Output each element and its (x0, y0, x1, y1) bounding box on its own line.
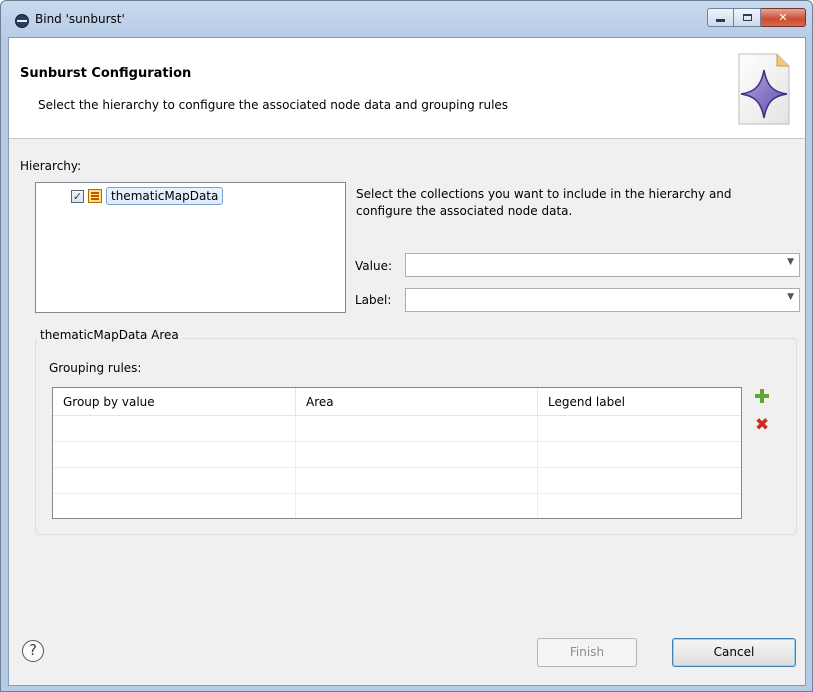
value-combo[interactable]: ▼ (405, 253, 800, 277)
label-label: Label: (355, 293, 392, 307)
table-cell[interactable] (538, 416, 741, 441)
table-row[interactable] (53, 468, 741, 494)
column-header-legend-label[interactable]: Legend label (538, 388, 741, 415)
table-cell[interactable] (296, 494, 538, 518)
wizard-banner-icon (738, 53, 790, 125)
tree-item-thematicmapdata[interactable]: ✓ thematicMapData (71, 187, 224, 205)
dialog-client-area: Sunburst Configuration Select the hierar… (8, 37, 806, 686)
grouping-rules-table[interactable]: Group by value Area Legend label (52, 387, 742, 519)
minimize-button[interactable] (707, 8, 734, 27)
finish-button[interactable]: Finish (537, 638, 637, 667)
table-header: Group by value Area Legend label (53, 388, 741, 416)
maximize-icon (742, 14, 752, 21)
add-icon[interactable] (755, 389, 769, 403)
chevron-down-icon[interactable]: ▼ (787, 257, 794, 267)
table-row[interactable] (53, 416, 741, 442)
table-cell[interactable] (538, 442, 741, 467)
value-label: Value: (355, 259, 392, 273)
grouping-rules-label: Grouping rules: (49, 361, 142, 375)
area-group-title: thematicMapData Area (37, 328, 182, 342)
table-cell[interactable] (538, 468, 741, 493)
hierarchy-label: Hierarchy: (20, 159, 82, 173)
label-combo[interactable]: ▼ (405, 288, 800, 312)
cancel-button-label: Cancel (713, 645, 755, 659)
tree-item-label[interactable]: thematicMapData (106, 187, 224, 205)
instructions-text: Select the collections you want to inclu… (356, 187, 732, 218)
chevron-down-icon[interactable]: ▼ (787, 292, 794, 302)
dialog-window: Bind 'sunburst' ✕ Sunburst Configuration… (0, 0, 813, 692)
remove-icon[interactable]: ✖ (755, 417, 769, 434)
title-bar[interactable]: Bind 'sunburst' ✕ (1, 1, 812, 37)
page-description: Select the hierarchy to configure the as… (38, 98, 509, 112)
window-title: Bind 'sunburst' (35, 12, 125, 26)
table-row[interactable] (53, 494, 741, 518)
close-icon: ✕ (778, 11, 788, 24)
window-controls: ✕ (707, 8, 806, 27)
table-icon (88, 189, 102, 203)
table-cell[interactable] (296, 442, 538, 467)
cancel-button[interactable]: Cancel (672, 638, 796, 667)
app-icon (15, 14, 29, 28)
maximize-button[interactable] (734, 8, 761, 27)
table-row[interactable] (53, 442, 741, 468)
table-cell[interactable] (53, 416, 296, 441)
help-icon[interactable]: ? (22, 640, 44, 662)
column-header-group-by-value[interactable]: Group by value (53, 388, 296, 415)
finish-button-label: Finish (569, 645, 605, 659)
hierarchy-checkbox[interactable]: ✓ (71, 189, 84, 203)
table-cell[interactable] (53, 468, 296, 493)
minimize-icon (716, 19, 725, 22)
table-cell[interactable] (53, 494, 296, 518)
table-cell[interactable] (53, 442, 296, 467)
wizard-header: Sunburst Configuration Select the hierar… (9, 38, 805, 139)
table-cell[interactable] (296, 416, 538, 441)
column-header-area[interactable]: Area (296, 388, 538, 415)
page-title: Sunburst Configuration (20, 66, 192, 81)
table-cell[interactable] (538, 494, 741, 518)
close-button[interactable]: ✕ (761, 8, 806, 27)
table-cell[interactable] (296, 468, 538, 493)
hierarchy-tree[interactable]: ✓ thematicMapData (35, 182, 346, 313)
